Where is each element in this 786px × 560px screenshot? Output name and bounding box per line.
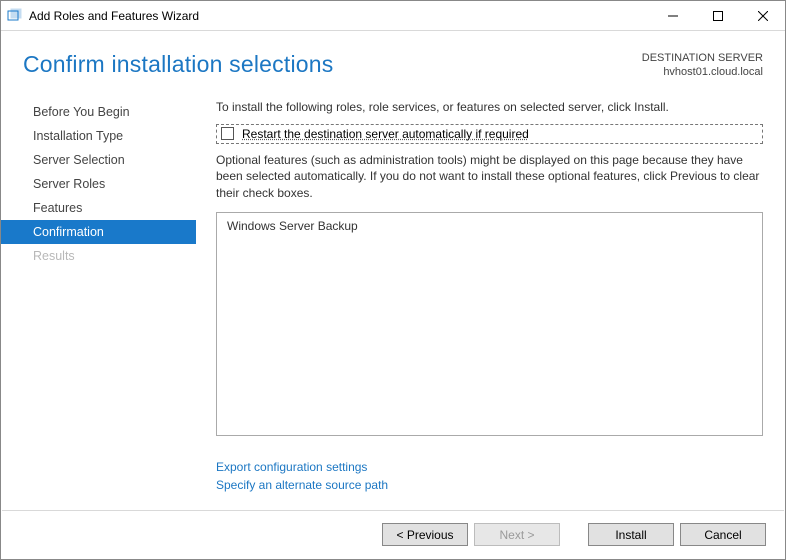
step-confirmation[interactable]: Confirmation (1, 220, 196, 244)
app-icon (7, 8, 23, 24)
restart-checkbox[interactable] (221, 127, 234, 140)
step-results: Results (1, 244, 196, 268)
optional-features-text: Optional features (such as administratio… (216, 152, 763, 202)
wizard-sidebar: Before You Begin Installation Type Serve… (1, 92, 196, 494)
alternate-source-link[interactable]: Specify an alternate source path (216, 476, 763, 494)
restart-checkbox-label: Restart the destination server automatic… (242, 127, 529, 141)
window-controls (650, 1, 785, 30)
header: Confirm installation selections DESTINAT… (1, 31, 785, 88)
cancel-button[interactable]: Cancel (680, 523, 766, 546)
selected-features-list: Windows Server Backup (216, 212, 763, 436)
instruction-text: To install the following roles, role ser… (216, 100, 763, 114)
step-server-selection[interactable]: Server Selection (1, 148, 196, 172)
page-title: Confirm installation selections (23, 51, 333, 78)
destination-server-label: DESTINATION SERVER (642, 51, 763, 65)
destination-server: DESTINATION SERVER hvhost01.cloud.local (642, 51, 763, 80)
next-button: Next > (474, 523, 560, 546)
list-item: Windows Server Backup (227, 219, 752, 233)
step-installation-type[interactable]: Installation Type (1, 124, 196, 148)
maximize-button[interactable] (695, 1, 740, 30)
restart-checkbox-row[interactable]: Restart the destination server automatic… (216, 124, 763, 144)
step-server-roles[interactable]: Server Roles (1, 172, 196, 196)
body: Before You Begin Installation Type Serve… (1, 88, 785, 494)
links: Export configuration settings Specify an… (216, 458, 763, 494)
export-config-link[interactable]: Export configuration settings (216, 458, 763, 476)
minimize-button[interactable] (650, 1, 695, 30)
previous-button[interactable]: < Previous (382, 523, 468, 546)
close-button[interactable] (740, 1, 785, 30)
install-button[interactable]: Install (588, 523, 674, 546)
footer: < Previous Next > Install Cancel (2, 510, 784, 558)
destination-server-value: hvhost01.cloud.local (642, 65, 763, 79)
titlebar: Add Roles and Features Wizard (1, 1, 785, 31)
window-title: Add Roles and Features Wizard (29, 9, 199, 23)
step-features[interactable]: Features (1, 196, 196, 220)
step-before-you-begin[interactable]: Before You Begin (1, 100, 196, 124)
content: To install the following roles, role ser… (196, 92, 785, 494)
